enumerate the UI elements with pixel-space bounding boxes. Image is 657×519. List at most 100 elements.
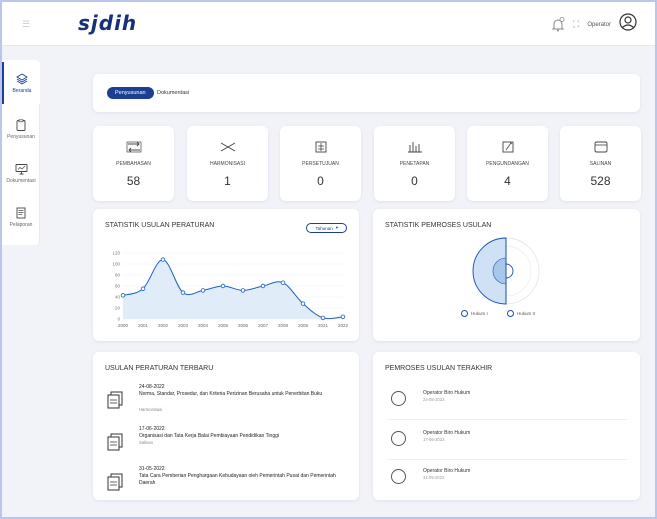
stat-card-harmonisasi[interactable]: HARMONISASI 1 — [187, 126, 268, 201]
legend-marker-icon — [461, 310, 468, 317]
list-item[interactable]: Operator Biro Hukum 31-05-2022 — [387, 466, 627, 498]
data-point[interactable] — [340, 314, 346, 319]
user-avatar-icon — [391, 469, 406, 484]
item-date: 31-05-2022 — [139, 466, 165, 472]
y-tick-label: 0 — [117, 317, 120, 322]
x-tick-label: 2003 — [178, 323, 189, 328]
data-point[interactable] — [240, 288, 246, 293]
item-date: 31-05-2022 — [423, 475, 445, 480]
list-item[interactable]: Operator Biro Hukum 24-08-2022 — [387, 388, 627, 420]
legend-label: Hukum I — [471, 311, 488, 316]
y-tick-label: 100 — [112, 262, 120, 267]
report-icon — [16, 207, 26, 218]
header-actions: ⛶ Operator — [551, 13, 637, 36]
list-item[interactable]: 24-08-2022 Norma, Standar, Prosedur, dan… — [105, 384, 355, 424]
stat-card-pembahasan[interactable]: PEMBAHASAN 58 — [93, 126, 174, 201]
app-logo[interactable]: sjdih — [78, 11, 137, 35]
data-point[interactable] — [180, 290, 186, 295]
clipboard-icon — [16, 118, 26, 131]
monitor-icon — [15, 163, 27, 174]
y-tick-label: 40 — [115, 295, 121, 300]
stat-value: 0 — [317, 174, 324, 188]
data-point[interactable] — [220, 283, 226, 289]
y-tick-label: 20 — [115, 306, 121, 311]
user-avatar-icon[interactable] — [619, 13, 637, 36]
data-point[interactable] — [320, 315, 326, 321]
legend-marker-icon — [507, 310, 514, 317]
data-point[interactable] — [120, 293, 126, 298]
usulan-area-chart: 0 20 40 60 80 100 120 2000 2001 2002 2003 2004 2005 2… — [112, 251, 348, 328]
legend-label: Hukum II — [517, 311, 536, 316]
edit-doc-icon — [502, 141, 513, 153]
usulan-chart-card: STATISTIK USULAN PERATURAN Tahunan ▾ 0 20… — [93, 209, 359, 341]
x-tick-label: 2005 — [218, 323, 229, 328]
usulan-terbaru-card: USULAN PERATURAN TERBARU 24-08-2022 Norm… — [93, 352, 359, 500]
legend-item-hukum-2[interactable]: Hukum II — [507, 310, 535, 317]
approval-icon — [315, 141, 326, 153]
menu-toggle-icon[interactable]: ☰ — [22, 19, 30, 30]
x-tick-label: 2007 — [258, 323, 269, 328]
layers-icon — [16, 72, 28, 85]
item-name: Operator Biro Hukum — [423, 468, 471, 474]
stat-card-persetujuan[interactable]: PERSETUJUAN 0 — [280, 126, 361, 201]
x-tick-label: 2021 — [318, 323, 329, 328]
item-date: 17-06-2022 — [139, 426, 165, 432]
list-title: USULAN PERATURAN TERBARU — [105, 365, 214, 372]
tab-penyusunan[interactable]: Penyusunan — [107, 87, 154, 99]
tabs-card: Penyusunan Dokumentasi — [93, 74, 640, 112]
sidebar-item-label: Pelaporan — [9, 221, 33, 228]
user-name[interactable]: Operator — [587, 22, 611, 28]
app-window: ☰ sjdih ⛶ Operator Beranda Penyusunan Do… — [0, 0, 657, 519]
sidebar-item-penyusunan[interactable]: Penyusunan — [2, 108, 40, 150]
stat-card-salinan[interactable]: SALINAN 528 — [560, 126, 641, 201]
data-point[interactable] — [200, 288, 206, 293]
item-status: Harmonisasi — [139, 407, 163, 412]
stat-card-pengundangan[interactable]: PENGUNDANGAN 4 — [467, 126, 548, 201]
data-point[interactable] — [280, 280, 286, 285]
item-date: 17-06-2022 — [423, 437, 445, 442]
pemroses-chart-card: STATISTIK PEMROSES USULAN Hukum I Hukum … — [373, 209, 640, 341]
stat-value: 1 — [224, 174, 231, 188]
list-item[interactable]: Operator Biro Hukum 17-06-2022 — [387, 428, 627, 460]
stat-label: SALINAN — [589, 161, 612, 167]
user-avatar-icon — [391, 431, 406, 446]
merge-arrows-icon — [220, 142, 235, 152]
gavel-icon — [407, 142, 422, 153]
x-tick-label: 2000 — [118, 323, 129, 328]
documents-icon — [107, 433, 123, 451]
item-date: 24-08-2022 — [423, 397, 445, 402]
sidebar-item-pelaporan[interactable]: Pelaporan — [2, 196, 40, 238]
data-point[interactable] — [260, 283, 266, 289]
stat-card-penetapan[interactable]: PENETAPAN 0 — [374, 126, 455, 201]
x-tick-label: 2004 — [198, 323, 209, 328]
sidebar-item-dokumentasi[interactable]: Dokumentasi — [2, 152, 40, 194]
stat-value: 0 — [411, 174, 418, 188]
tab-dokumentasi[interactable]: Dokumentasi — [157, 87, 189, 99]
data-point[interactable] — [300, 301, 306, 306]
stat-value: 528 — [590, 174, 611, 188]
stat-value: 4 — [504, 174, 511, 188]
sidebar-item-label: Beranda — [12, 87, 32, 94]
data-point[interactable] — [140, 286, 146, 291]
sidebar-item-label: Penyusunan — [7, 133, 35, 140]
data-point[interactable] — [160, 257, 166, 262]
sidebar-item-beranda[interactable]: Beranda — [2, 62, 40, 104]
fullscreen-icon[interactable]: ⛶ — [573, 19, 579, 30]
x-tick-label: 2008 — [278, 323, 289, 328]
stat-label: HARMONISASI — [209, 161, 245, 167]
item-name: Operator Biro Hukum — [423, 390, 471, 396]
list-item[interactable]: 31-05-2022 Tata Cara Pemberian Pengharga… — [105, 466, 355, 500]
legend-item-hukum-1[interactable]: Hukum I — [461, 310, 488, 317]
x-tick-label: 2001 — [138, 323, 149, 328]
stat-value: 58 — [126, 174, 141, 188]
pemroses-pie-chart — [472, 237, 540, 305]
stat-label: PEMBAHASAN — [116, 161, 151, 167]
item-date: 24-08-2022 — [139, 384, 165, 390]
stat-label: PENGUNDANGAN — [486, 161, 529, 167]
notification-bell-icon[interactable] — [551, 16, 565, 33]
user-avatar-icon — [391, 391, 406, 406]
item-title: Tata Cara Pemberian Penghargaan Kebudaya… — [139, 473, 336, 486]
list-title: PEMROSES USULAN TERAKHIR — [385, 365, 493, 372]
list-item[interactable]: 17-06-2022 Organisasi dan Tata Kerja Bal… — [105, 426, 355, 466]
stat-label: PERSETUJUAN — [302, 161, 339, 167]
